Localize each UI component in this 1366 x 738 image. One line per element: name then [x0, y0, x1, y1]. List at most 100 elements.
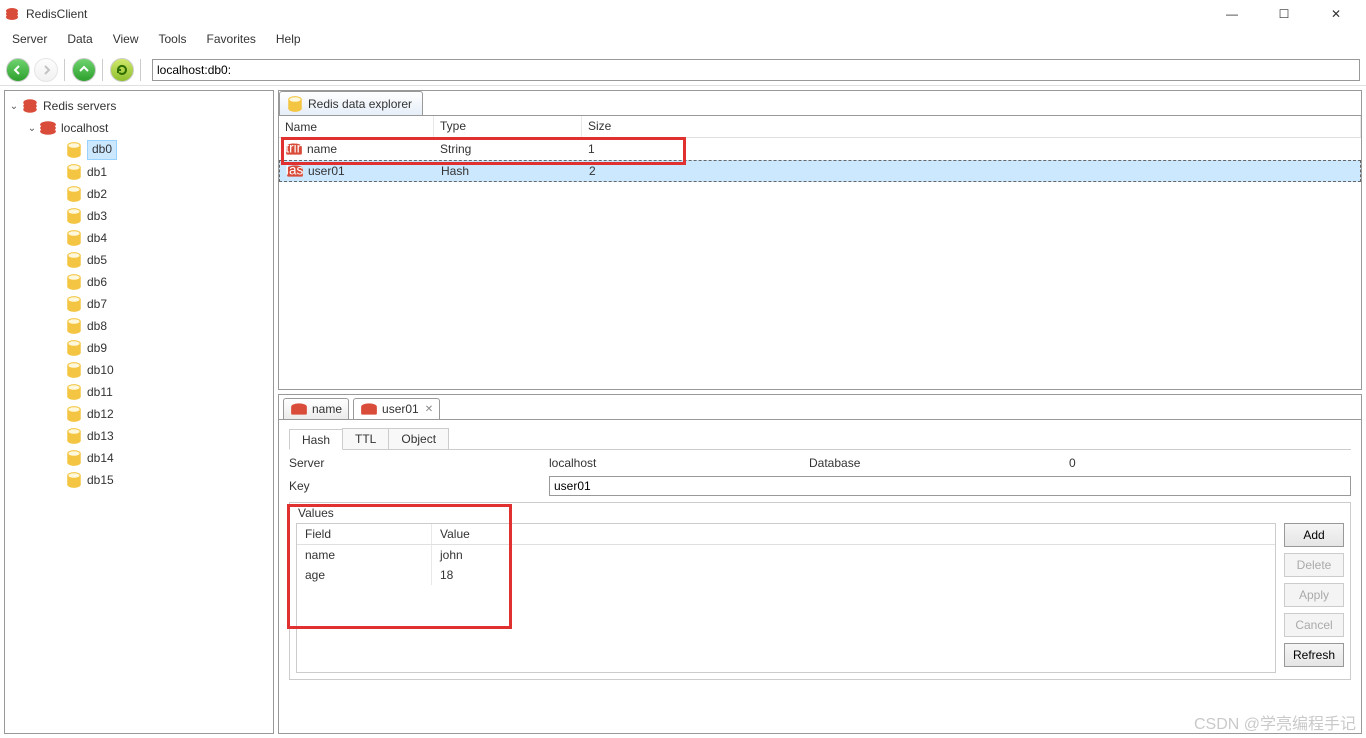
- subtab-ttl[interactable]: TTL: [342, 428, 389, 449]
- menu-data[interactable]: Data: [57, 30, 102, 48]
- tree-db-label: db14: [87, 451, 114, 465]
- server-tree[interactable]: ⌄ Redis servers ⌄ localhost db0 db1 db2 db3…: [4, 90, 274, 734]
- database-icon: [65, 230, 83, 246]
- tree-db-label: db1: [87, 165, 107, 179]
- detail-tab-user01[interactable]: user01✕: [353, 398, 440, 419]
- values-table[interactable]: Field Value namejohnage18: [296, 523, 1276, 673]
- tree-db-db11[interactable]: db11: [7, 381, 271, 403]
- up-button[interactable]: [72, 58, 96, 82]
- tree-db-db4[interactable]: db4: [7, 227, 271, 249]
- content-area: Redis data explorer Name Type Size Strin…: [278, 90, 1362, 734]
- key-label: Key: [289, 479, 549, 493]
- tree-db-label: db8: [87, 319, 107, 333]
- subtab-object[interactable]: Object: [388, 428, 449, 449]
- menu-bar: Server Data View Tools Favorites Help: [0, 28, 1366, 50]
- tree-root-label: Redis servers: [43, 99, 116, 113]
- database-icon: [65, 252, 83, 268]
- maximize-button[interactable]: ☐: [1270, 4, 1298, 24]
- tree-db-label: db3: [87, 209, 107, 223]
- col-value[interactable]: Value: [432, 524, 1275, 544]
- cancel-button[interactable]: Cancel: [1284, 613, 1344, 637]
- explorer-panel: Redis data explorer Name Type Size Strin…: [278, 90, 1362, 390]
- values-row[interactable]: namejohn: [297, 545, 1275, 565]
- database-label: Database: [809, 456, 1069, 470]
- menu-help[interactable]: Help: [266, 30, 311, 48]
- tree-db-label: db7: [87, 297, 107, 311]
- separator: [102, 59, 104, 81]
- database-icon: [65, 384, 83, 400]
- apply-button[interactable]: Apply: [1284, 583, 1344, 607]
- detail-tab-name[interactable]: name: [283, 398, 349, 419]
- address-input[interactable]: [152, 59, 1360, 81]
- toolbar: [0, 54, 1366, 86]
- tree-db-db12[interactable]: db12: [7, 403, 271, 425]
- explorer-tab[interactable]: Redis data explorer: [279, 91, 423, 115]
- database-icon: [65, 186, 83, 202]
- tree-db-db7[interactable]: db7: [7, 293, 271, 315]
- explorer-row-user01[interactable]: Hashuser01Hash2: [279, 160, 1361, 182]
- menu-tools[interactable]: Tools: [149, 30, 197, 48]
- menu-favorites[interactable]: Favorites: [197, 30, 266, 48]
- chevron-down-icon[interactable]: ⌄: [7, 101, 21, 112]
- database-icon: [65, 340, 83, 356]
- col-field[interactable]: Field: [297, 524, 432, 544]
- col-type[interactable]: Type: [434, 116, 582, 137]
- forward-button[interactable]: [34, 58, 58, 82]
- server-value: localhost: [549, 456, 809, 470]
- main-area: ⌄ Redis servers ⌄ localhost db0 db1 db2 db3…: [0, 86, 1366, 738]
- tree-db-db6[interactable]: db6: [7, 271, 271, 293]
- tree-db-label: db11: [87, 385, 113, 399]
- tree-db-label: db15: [87, 473, 114, 487]
- tree-db-db3[interactable]: db3: [7, 205, 271, 227]
- tree-db-label: db9: [87, 341, 107, 355]
- subtab-hash[interactable]: Hash: [289, 429, 343, 450]
- explorer-header: Name Type Size: [279, 116, 1361, 138]
- tree-db-db10[interactable]: db10: [7, 359, 271, 381]
- detail-panel: nameuser01✕ Hash TTL Object Server local…: [278, 394, 1362, 734]
- menu-server[interactable]: Server: [2, 30, 57, 48]
- delete-button[interactable]: Delete: [1284, 553, 1344, 577]
- add-button[interactable]: Add: [1284, 523, 1344, 547]
- chevron-down-icon[interactable]: ⌄: [25, 123, 39, 134]
- explorer-row-name[interactable]: StringnameString1: [279, 138, 1361, 160]
- tree-db-db13[interactable]: db13: [7, 425, 271, 447]
- separator: [64, 59, 66, 81]
- tree-db-db14[interactable]: db14: [7, 447, 271, 469]
- refresh-button[interactable]: Refresh: [1284, 643, 1344, 667]
- close-icon[interactable]: ✕: [425, 404, 433, 415]
- tree-db-label: db4: [87, 231, 107, 245]
- values-title: Values: [290, 503, 1350, 523]
- tree-root[interactable]: ⌄ Redis servers: [7, 95, 271, 117]
- tree-db-db2[interactable]: db2: [7, 183, 271, 205]
- tree-server[interactable]: ⌄ localhost: [7, 117, 271, 139]
- title-bar: RedisClient — ☐ ✕: [0, 0, 1366, 28]
- tree-db-label: db2: [87, 187, 107, 201]
- database-icon: [286, 96, 304, 112]
- tree-db-label: db0: [87, 140, 117, 160]
- window-title: RedisClient: [26, 7, 87, 21]
- close-button[interactable]: ✕: [1322, 4, 1350, 24]
- detail-tabs: nameuser01✕: [279, 395, 1361, 419]
- database-icon: [65, 318, 83, 334]
- svg-text:String: String: [285, 140, 303, 155]
- redis-logo-icon: [4, 6, 20, 22]
- tree-db-db15[interactable]: db15: [7, 469, 271, 491]
- back-button[interactable]: [6, 58, 30, 82]
- refresh-button[interactable]: [110, 58, 134, 82]
- tree-db-db0[interactable]: db0: [7, 139, 271, 161]
- server-icon: [39, 120, 57, 136]
- database-icon: [65, 164, 83, 180]
- values-row[interactable]: age18: [297, 565, 1275, 585]
- col-name[interactable]: Name: [279, 116, 434, 137]
- menu-view[interactable]: View: [103, 30, 149, 48]
- key-input[interactable]: [549, 476, 1351, 496]
- tree-db-db9[interactable]: db9: [7, 337, 271, 359]
- database-icon: [65, 362, 83, 378]
- col-size[interactable]: Size: [582, 116, 1361, 137]
- values-box: Values Field Value namejohnage18 Add Dele…: [289, 502, 1351, 680]
- tree-db-db5[interactable]: db5: [7, 249, 271, 271]
- tree-db-db1[interactable]: db1: [7, 161, 271, 183]
- tree-db-label: db5: [87, 253, 107, 267]
- minimize-button[interactable]: —: [1218, 4, 1246, 24]
- tree-db-db8[interactable]: db8: [7, 315, 271, 337]
